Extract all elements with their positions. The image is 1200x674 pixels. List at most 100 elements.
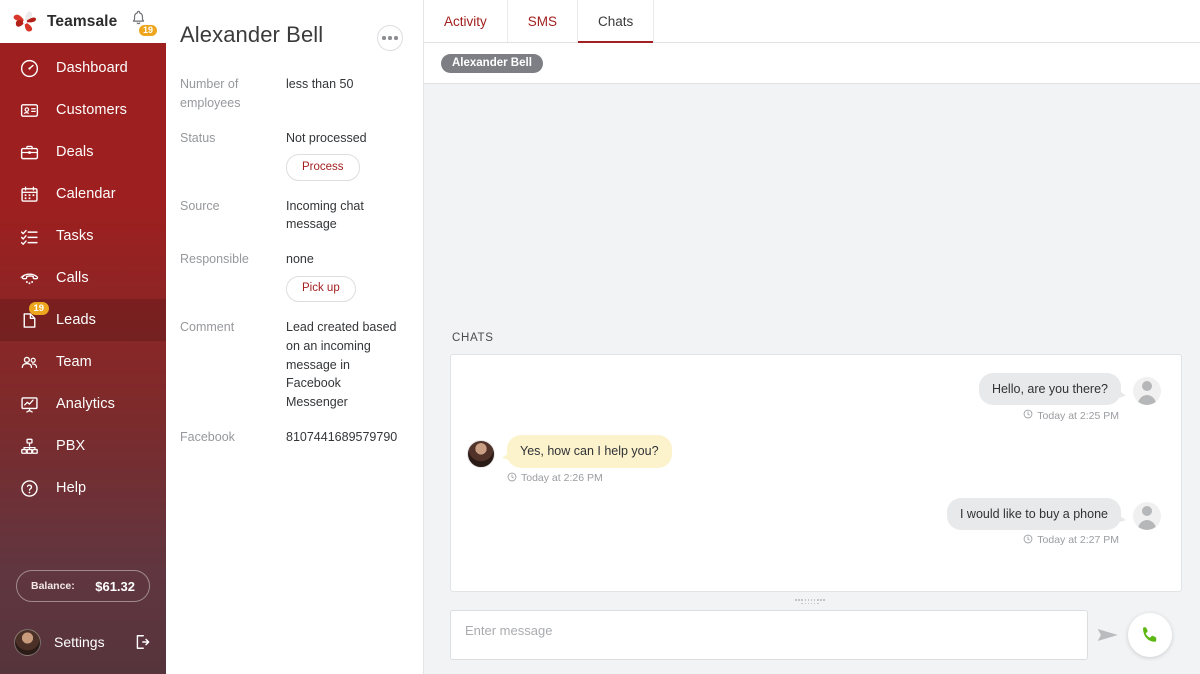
field-label: Source bbox=[180, 198, 220, 213]
dot bbox=[394, 36, 398, 40]
message-timestamp-row: Today at 2:25 PM bbox=[467, 409, 1161, 422]
message-time: Today at 2:25 PM bbox=[1037, 409, 1119, 422]
sidebar-nav: Dashboard Customers Deals Calendar Tasks… bbox=[0, 43, 166, 509]
sidebar-item-calls[interactable]: Calls bbox=[0, 257, 166, 299]
chats-section-label: CHATS bbox=[452, 332, 494, 344]
tab-chats[interactable]: Chats bbox=[578, 0, 655, 43]
pinwheel-logo-icon bbox=[12, 9, 38, 35]
field-value-wrap: Not processed Process bbox=[286, 129, 403, 181]
notifications-button[interactable]: 19 bbox=[128, 9, 158, 37]
sidebar-item-help[interactable]: Help bbox=[0, 467, 166, 509]
drag-grip-icon[interactable] bbox=[795, 599, 825, 605]
sidebar-item-customers[interactable]: Customers bbox=[0, 89, 166, 131]
grip-dot bbox=[801, 599, 804, 601]
balance-label: Balance: bbox=[31, 580, 75, 592]
grip-dot bbox=[807, 599, 810, 601]
sidebar-item-tasks[interactable]: Tasks bbox=[0, 215, 166, 257]
message-row: Yes, how can I help you? bbox=[467, 435, 1161, 468]
sidebar-item-dashboard[interactable]: Dashboard bbox=[0, 47, 166, 89]
contact-chip[interactable]: Alexander Bell bbox=[441, 53, 543, 73]
process-button[interactable]: Process bbox=[286, 154, 360, 181]
clock-icon bbox=[1023, 534, 1033, 547]
sidebar-item-label: Tasks bbox=[56, 228, 94, 244]
speedometer-icon bbox=[16, 55, 42, 81]
sidebar-item-deals[interactable]: Deals bbox=[0, 131, 166, 173]
sidebar-item-label: Team bbox=[56, 354, 92, 370]
message-list: Hello, are you there? Today at 2:25 PM Y… bbox=[450, 354, 1182, 592]
question-circle-icon bbox=[16, 475, 42, 501]
field-label: Responsible bbox=[180, 252, 249, 266]
contact-card-icon bbox=[16, 97, 42, 123]
field-label: Facebook bbox=[180, 429, 235, 444]
briefcase-icon bbox=[16, 139, 42, 165]
composer-area bbox=[438, 592, 1182, 674]
grip-dot bbox=[816, 599, 819, 601]
field-value: less than 50 bbox=[286, 77, 354, 91]
sidebar-item-label: Customers bbox=[56, 102, 127, 118]
send-paper-plane-icon[interactable] bbox=[1088, 622, 1128, 648]
user-avatar[interactable] bbox=[14, 628, 41, 656]
sidebar-item-label: Deals bbox=[56, 144, 94, 160]
page-title: Alexander Bell bbox=[180, 22, 324, 47]
checklist-icon bbox=[16, 223, 42, 249]
sidebar-item-label: Calls bbox=[56, 270, 89, 286]
grip-dot bbox=[804, 599, 807, 601]
message-timestamp-row: Today at 2:27 PM bbox=[467, 534, 1161, 547]
clock-icon bbox=[507, 472, 517, 485]
grip-dot bbox=[798, 599, 800, 601]
agent-photo-avatar bbox=[467, 439, 495, 468]
sidebar-item-label: Dashboard bbox=[56, 60, 128, 76]
chart-board-icon bbox=[16, 391, 42, 417]
tab-bar: Activity SMS Chats bbox=[424, 0, 1200, 43]
grip-dot bbox=[813, 599, 816, 601]
dot bbox=[382, 36, 386, 40]
sidebar-item-pbx[interactable]: PBX bbox=[0, 425, 166, 467]
sidebar-item-team[interactable]: Team bbox=[0, 341, 166, 383]
sidebar-item-calendar[interactable]: Calendar bbox=[0, 173, 166, 215]
tab-activity[interactable]: Activity bbox=[424, 0, 508, 42]
message-bubble: I would like to buy a phone bbox=[946, 497, 1121, 530]
phone-handset-icon bbox=[16, 265, 42, 291]
logout-icon[interactable] bbox=[132, 632, 152, 652]
field-comment: Comment Lead created based on an incomin… bbox=[180, 318, 403, 412]
phone-call-icon[interactable] bbox=[1128, 613, 1172, 657]
pick-up-button[interactable]: Pick up bbox=[286, 275, 356, 302]
field-value: 8107441689579790 bbox=[286, 429, 398, 444]
leads-count-badge: 19 bbox=[29, 302, 49, 315]
field-value: Not processed bbox=[286, 130, 367, 145]
message-input[interactable] bbox=[450, 610, 1088, 660]
chat-panel: Activity SMS Chats Alexander Bell CHATS … bbox=[424, 0, 1200, 674]
field-label: Status bbox=[180, 130, 216, 145]
clock-icon bbox=[1023, 409, 1033, 422]
lead-title-row: Alexander Bell bbox=[180, 22, 403, 51]
field-facebook: Facebook 8107441689579790 bbox=[180, 428, 403, 447]
field-value-wrap: none Pick up bbox=[286, 250, 403, 302]
field-number-of-employees: Number of employees less than 50 bbox=[180, 75, 403, 113]
sidebar-item-analytics[interactable]: Analytics bbox=[0, 383, 166, 425]
tab-sms[interactable]: SMS bbox=[508, 0, 579, 42]
people-icon bbox=[16, 349, 42, 375]
grip-dot bbox=[804, 602, 807, 605]
lead-details-panel: Alexander Bell Number of employees less … bbox=[166, 0, 424, 674]
grip-dot bbox=[820, 599, 822, 601]
lead-document-icon: 19 bbox=[16, 302, 49, 333]
network-tree-icon bbox=[16, 433, 42, 459]
generic-person-avatar bbox=[1133, 377, 1161, 406]
sidebar-header: Teamsale 19 bbox=[0, 0, 166, 43]
generic-person-avatar bbox=[1133, 501, 1161, 530]
notification-count-badge: 19 bbox=[137, 23, 158, 37]
field-responsible: Responsible none Pick up bbox=[180, 250, 403, 302]
message-row: Hello, are you there? bbox=[467, 373, 1161, 406]
sidebar-item-leads[interactable]: 19 Leads bbox=[0, 299, 166, 341]
field-label: Comment bbox=[180, 320, 235, 334]
balance-widget[interactable]: Balance: $61.32 bbox=[16, 570, 150, 602]
calendar-icon bbox=[16, 181, 42, 207]
more-options-icon[interactable] bbox=[377, 25, 403, 51]
sidebar-item-label: Calendar bbox=[56, 186, 116, 202]
grip-dot bbox=[813, 602, 816, 605]
settings-row[interactable]: Settings bbox=[0, 616, 166, 668]
field-source: Source Incoming chat message bbox=[180, 197, 403, 235]
grip-dot bbox=[810, 599, 813, 601]
brand-name: Teamsale bbox=[47, 12, 118, 30]
